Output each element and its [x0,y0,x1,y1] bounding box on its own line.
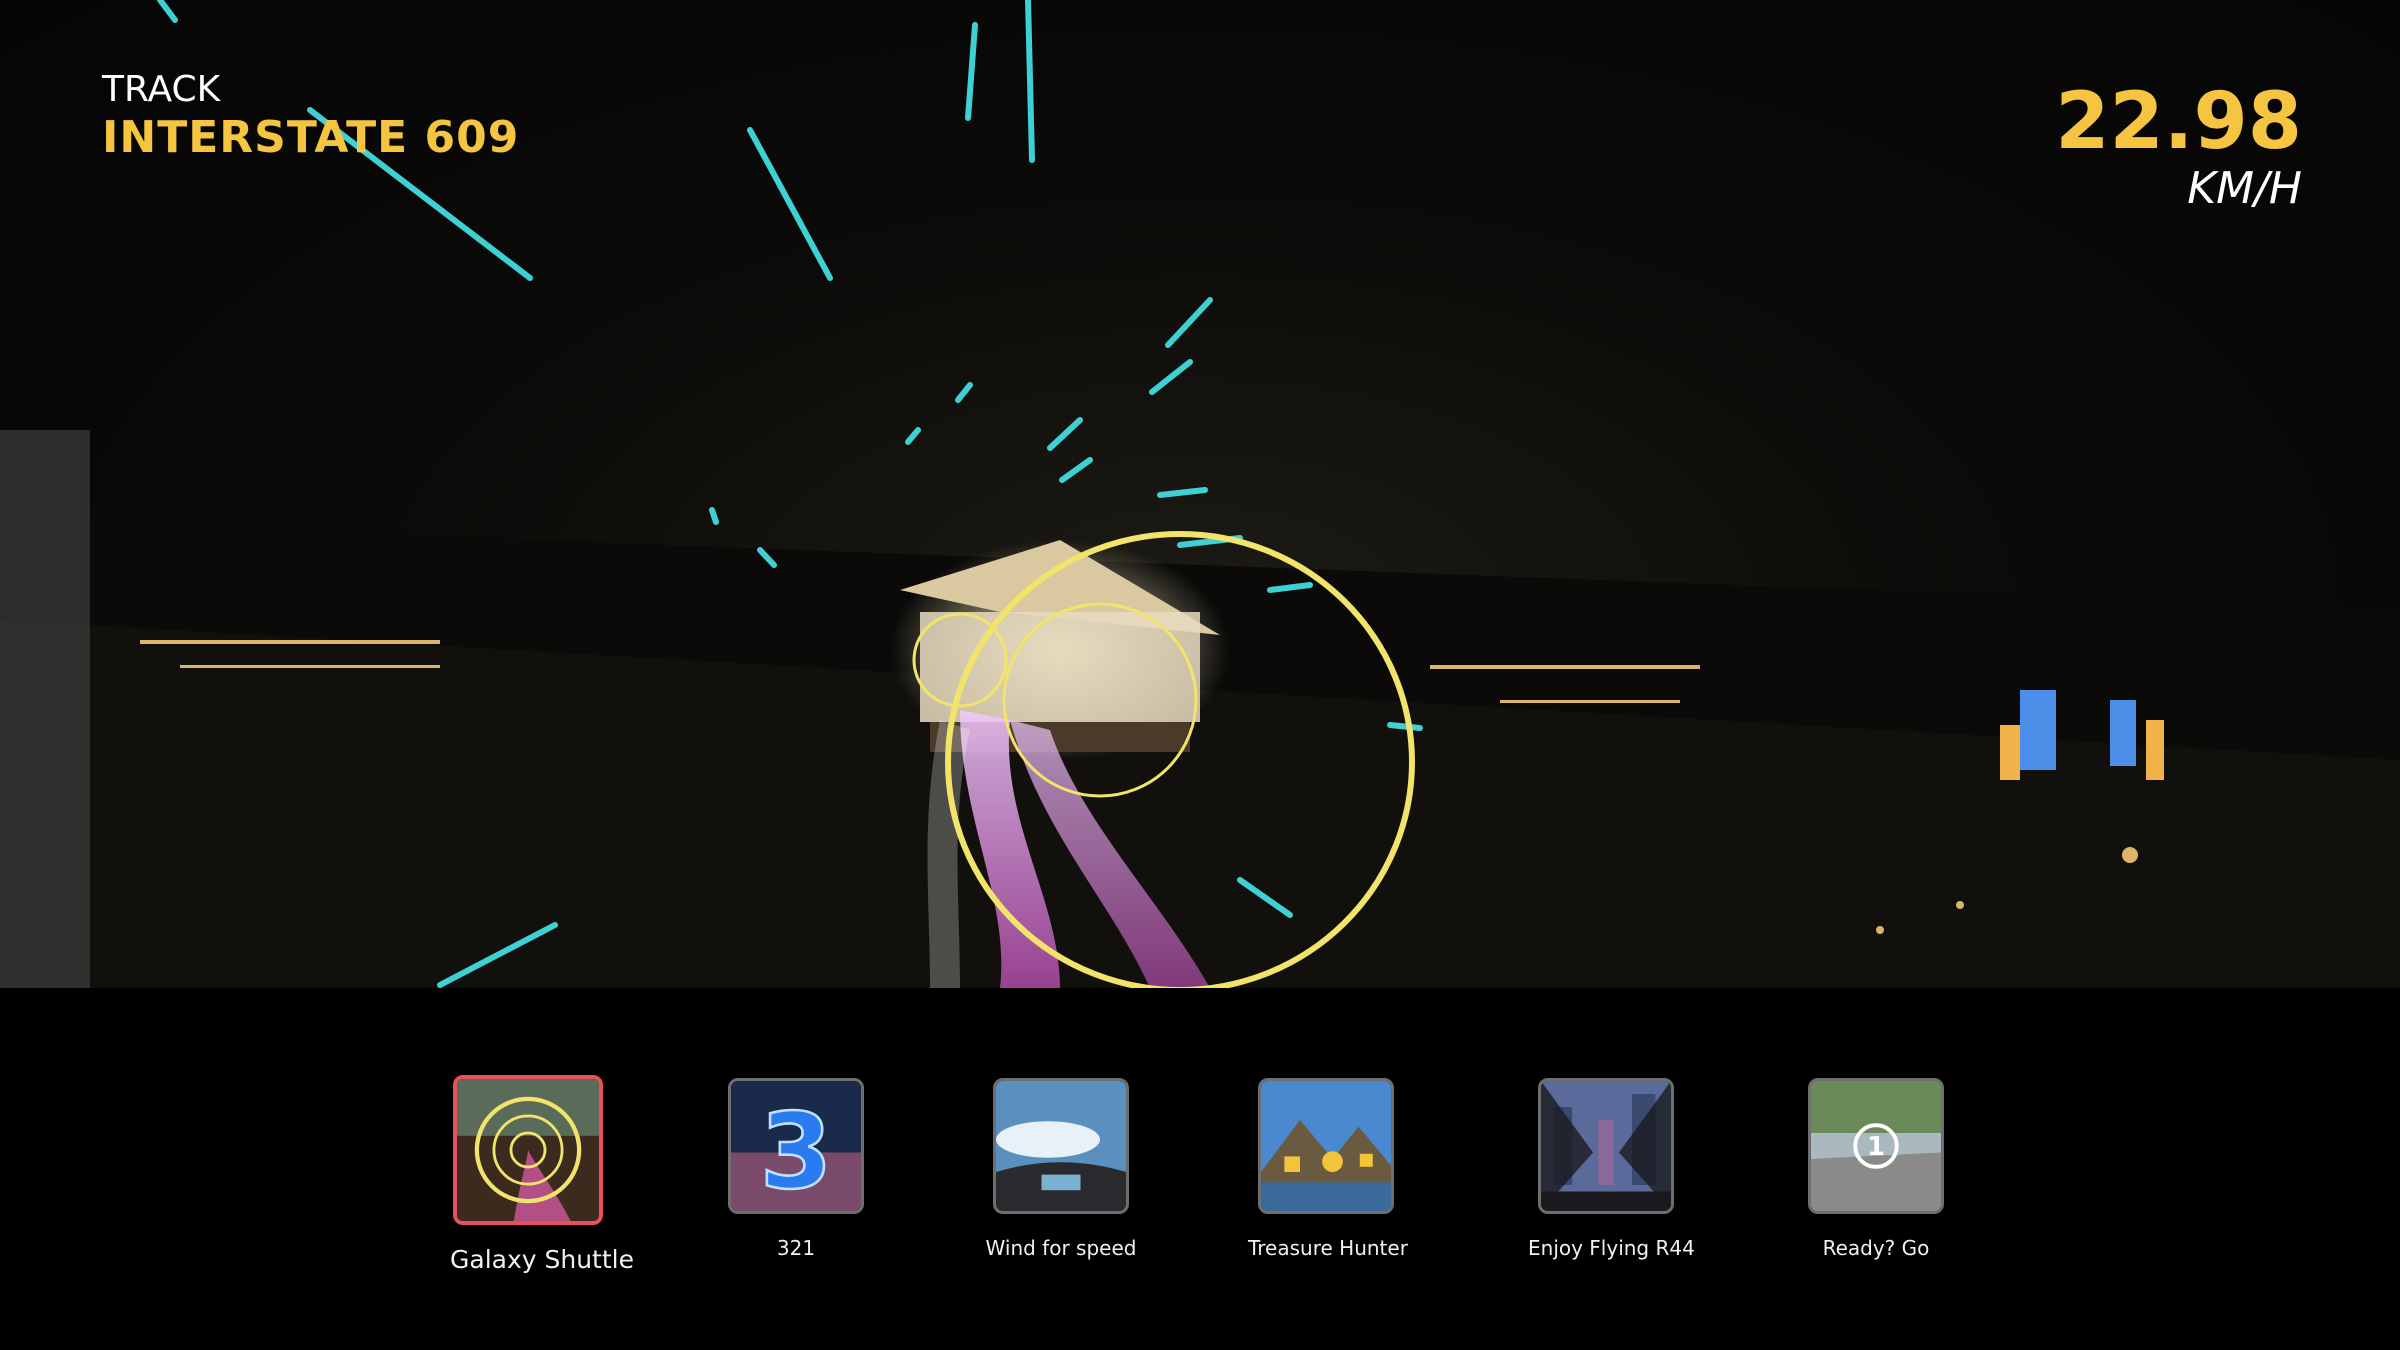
track-info: TRACK INTERSTATE 609 [102,68,519,164]
track-carousel: Galaxy Shuttle 3 321 Wind for speed Trea… [0,988,2400,1350]
countdown-1-road-thumb-icon: 1 [1808,1078,1944,1214]
track-card-treasure-hunter[interactable]: Treasure Hunter [1248,1078,1408,1260]
cockpit-thumb-icon [993,1078,1129,1214]
track-card-galaxy-shuttle[interactable]: Galaxy Shuttle [450,1075,634,1274]
speed-value: 22.98 [2055,77,2302,167]
svg-text:3: 3 [760,1091,832,1211]
track-card-title: Wind for speed [985,1236,1137,1260]
track-name: INTERSTATE 609 [102,112,520,163]
track-card-title: Ready? Go [1822,1236,1930,1260]
game-viewport: TRACK INTERSTATE 609 22.98 KM/H [0,0,2400,988]
track-card-title: Galaxy Shuttle [450,1245,634,1274]
treasure-coins-thumb-icon [1258,1078,1394,1214]
helicopter-city-thumb-icon [1538,1078,1674,1214]
track-card-title: Treasure Hunter [1248,1236,1408,1260]
speedometer: 22.98 KM/H [2055,80,2302,214]
track-card-321[interactable]: 3 321 [718,1078,874,1260]
countdown-3-thumb-icon: 3 [728,1078,864,1214]
speed-unit: KM/H [2187,163,2302,214]
track-card-title: 321 [776,1236,816,1260]
track-card-enjoy-flying-r44[interactable]: Enjoy Flying R44 [1528,1078,1695,1260]
track-label: TRACK [102,69,221,110]
svg-text:1: 1 [1867,1132,1885,1162]
track-card-title: Enjoy Flying R44 [1528,1236,1695,1260]
track-card-wind-for-speed[interactable]: Wind for speed [983,1078,1139,1260]
track-card-ready-go[interactable]: 1 Ready? Go [1798,1078,1954,1260]
galaxy-shuttle-thumb-icon [453,1075,603,1225]
